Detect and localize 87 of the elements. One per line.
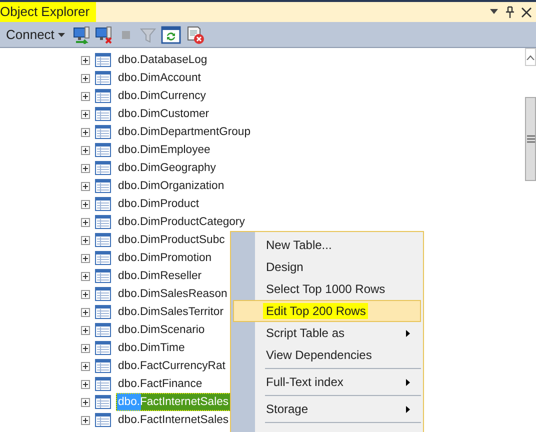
table-icon bbox=[95, 215, 111, 229]
table-node[interactable]: dbo.DimProductSubc bbox=[116, 231, 227, 249]
connect-button[interactable]: Connect bbox=[4, 27, 68, 42]
submenu-arrow-icon bbox=[406, 378, 410, 386]
arrow-up-icon bbox=[526, 54, 535, 60]
table-node[interactable]: dbo.DimPromotion bbox=[116, 249, 214, 267]
menu-item[interactable]: Full-Text index bbox=[233, 371, 421, 393]
connect-icon[interactable] bbox=[73, 26, 92, 44]
table-node[interactable]: dbo.DatabaseLog bbox=[116, 51, 210, 69]
expand-icon[interactable] bbox=[81, 74, 90, 82]
table-node[interactable]: dbo.DimCurrency bbox=[116, 87, 208, 105]
grip-icon bbox=[526, 135, 534, 143]
menu-item[interactable]: Storage bbox=[233, 398, 421, 420]
menu-item[interactable]: View Dependencies bbox=[233, 344, 421, 366]
expand-icon[interactable] bbox=[81, 272, 90, 280]
table-node[interactable]: dbo.DimSalesTerritor bbox=[116, 303, 226, 321]
expand-icon[interactable] bbox=[81, 92, 90, 100]
table-node[interactable]: dbo.DimCustomer bbox=[116, 105, 212, 123]
table-icon bbox=[95, 107, 111, 121]
table-icon bbox=[95, 89, 111, 103]
table-node[interactable]: dbo.DimTime bbox=[116, 339, 187, 357]
scroll-up-button[interactable] bbox=[525, 48, 536, 66]
table-icon bbox=[95, 71, 111, 85]
expand-icon[interactable] bbox=[81, 326, 90, 334]
table-node[interactable]: dbo.DimScenario bbox=[116, 321, 207, 339]
dropdown-icon[interactable] bbox=[489, 9, 499, 15]
table-node[interactable]: dbo.DimSalesReason bbox=[116, 285, 230, 303]
expand-icon[interactable] bbox=[81, 362, 90, 370]
expand-icon[interactable] bbox=[81, 344, 90, 352]
table-icon bbox=[95, 53, 111, 67]
table-icon bbox=[95, 251, 111, 265]
submenu-arrow-icon bbox=[406, 406, 410, 412]
menu-item[interactable]: Design bbox=[233, 256, 421, 278]
expand-icon[interactable] bbox=[81, 128, 90, 136]
table-icon bbox=[95, 395, 111, 409]
expand-icon[interactable] bbox=[81, 398, 90, 406]
expand-icon[interactable] bbox=[81, 56, 90, 64]
table-node[interactable]: dbo.DimGeography bbox=[116, 159, 218, 177]
close-icon[interactable] bbox=[521, 6, 532, 18]
menu-item[interactable]: New Table... bbox=[233, 234, 421, 256]
expand-icon[interactable] bbox=[81, 254, 90, 262]
table-node[interactable]: dbo.DimReseller bbox=[116, 267, 204, 285]
expand-icon[interactable] bbox=[81, 146, 90, 154]
disconnect-icon[interactable] bbox=[95, 26, 114, 44]
document-cancel-icon[interactable] bbox=[185, 24, 206, 44]
panel-title: Object Explorer bbox=[0, 2, 96, 22]
table-node[interactable]: dbo.DimOrganization bbox=[116, 177, 226, 195]
expand-icon[interactable] bbox=[81, 290, 90, 298]
table-node[interactable]: dbo.DimProduct bbox=[116, 195, 201, 213]
table-icon bbox=[95, 269, 111, 283]
table-node[interactable]: dbo.FactFinance bbox=[116, 375, 204, 393]
expand-icon[interactable] bbox=[81, 416, 90, 424]
table-node[interactable]: dbo.DimProductCategory bbox=[116, 213, 247, 231]
menu-item[interactable]: Select Top 1000 Rows bbox=[233, 278, 421, 300]
scrollbar-thumb[interactable] bbox=[525, 97, 536, 181]
table-node[interactable]: dbo.DimDepartmentGroup bbox=[116, 123, 252, 141]
menu-item[interactable]: Edit Top 200 Rows bbox=[233, 300, 421, 322]
expand-icon[interactable] bbox=[81, 164, 90, 172]
expand-icon[interactable] bbox=[81, 200, 90, 208]
table-icon bbox=[95, 179, 111, 193]
table-node[interactable]: dbo.DimAccount bbox=[116, 69, 203, 87]
table-icon bbox=[95, 413, 111, 427]
expand-icon[interactable] bbox=[81, 182, 90, 190]
pin-icon[interactable] bbox=[505, 6, 515, 18]
table-icon bbox=[95, 125, 111, 139]
table-icon bbox=[95, 323, 111, 337]
expand-icon[interactable] bbox=[81, 110, 90, 118]
submenu-arrow-icon bbox=[406, 330, 410, 336]
expand-icon[interactable] bbox=[81, 380, 90, 388]
table-icon bbox=[95, 161, 111, 175]
expand-icon[interactable] bbox=[81, 308, 90, 316]
refresh-icon[interactable] bbox=[161, 26, 182, 44]
expand-icon[interactable] bbox=[81, 218, 90, 226]
table-icon bbox=[95, 197, 111, 211]
table-icon bbox=[95, 359, 111, 373]
table-node[interactable]: dbo.FactInternetSales bbox=[116, 411, 231, 429]
table-icon bbox=[95, 377, 111, 391]
caret-icon bbox=[58, 32, 66, 36]
table-node[interactable]: dbo.FactCurrencyRat bbox=[116, 357, 228, 375]
menu-item[interactable]: Script Table as bbox=[233, 322, 421, 344]
table-icon bbox=[95, 143, 111, 157]
table-icon bbox=[95, 305, 111, 319]
table-node[interactable]: dbo.DimEmployee bbox=[116, 141, 212, 159]
table-icon bbox=[95, 287, 111, 301]
table-icon bbox=[95, 341, 111, 355]
expand-icon[interactable] bbox=[81, 236, 90, 244]
table-icon bbox=[95, 233, 111, 247]
